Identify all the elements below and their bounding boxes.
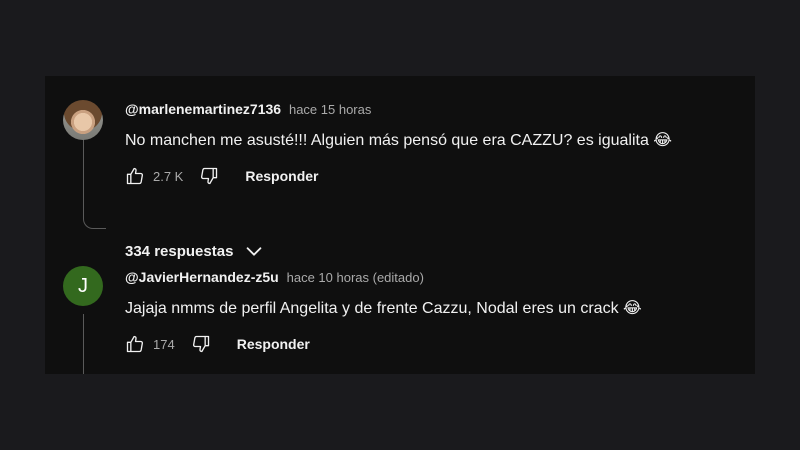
chevron-down-icon	[247, 247, 262, 256]
thumbs-up-icon	[126, 167, 144, 185]
reply-button[interactable]: Responder	[237, 336, 310, 352]
thumbs-down-icon	[201, 167, 218, 185]
comment-time[interactable]: hace 15 horas	[289, 102, 371, 117]
reply-button[interactable]: Responder	[245, 168, 318, 184]
dislike-button[interactable]	[199, 166, 219, 186]
laughing-emoji: 😂	[653, 130, 672, 149]
comment-header: @JavierHernandez-z5u hace 10 horas (edit…	[125, 269, 424, 285]
like-count: 174	[153, 336, 175, 352]
comment-text: No manchen me asusté!!! Alguien más pens…	[125, 130, 672, 150]
avatar[interactable]	[63, 100, 103, 140]
like-button[interactable]	[125, 334, 145, 354]
comment-author[interactable]: @marlenemartinez7136	[125, 101, 281, 117]
comment-text: Jajaja nmms de perfil Angelita y de fren…	[125, 298, 642, 318]
comment-time[interactable]: hace 10 horas (editado)	[287, 270, 424, 285]
thread-line	[83, 136, 106, 229]
comment-header: @marlenemartinez7136 hace 15 horas	[125, 101, 371, 117]
thumbs-up-icon	[126, 335, 144, 353]
avatar[interactable]: J	[63, 266, 103, 306]
comment-author[interactable]: @JavierHernandez-z5u	[125, 269, 279, 285]
replies-count-label: 334 respuestas	[125, 242, 234, 260]
laughing-emoji: 😂	[623, 298, 642, 317]
comment-actions: 2.7 K Responder	[125, 164, 318, 188]
dislike-button[interactable]	[191, 334, 211, 354]
comment-text-body: No manchen me asusté!!! Alguien más pens…	[125, 132, 649, 149]
thread-line	[83, 314, 84, 374]
comment-text-body: Jajaja nmms de perfil Angelita y de fren…	[125, 300, 619, 317]
show-replies-button[interactable]: 334 respuestas	[125, 240, 265, 262]
thumbs-down-icon	[192, 335, 209, 353]
comments-panel: @marlenemartinez7136 hace 15 horas No ma…	[45, 76, 755, 374]
like-button[interactable]	[125, 166, 145, 186]
comment-actions: 174 Responder	[125, 332, 310, 356]
like-count: 2.7 K	[153, 168, 184, 184]
